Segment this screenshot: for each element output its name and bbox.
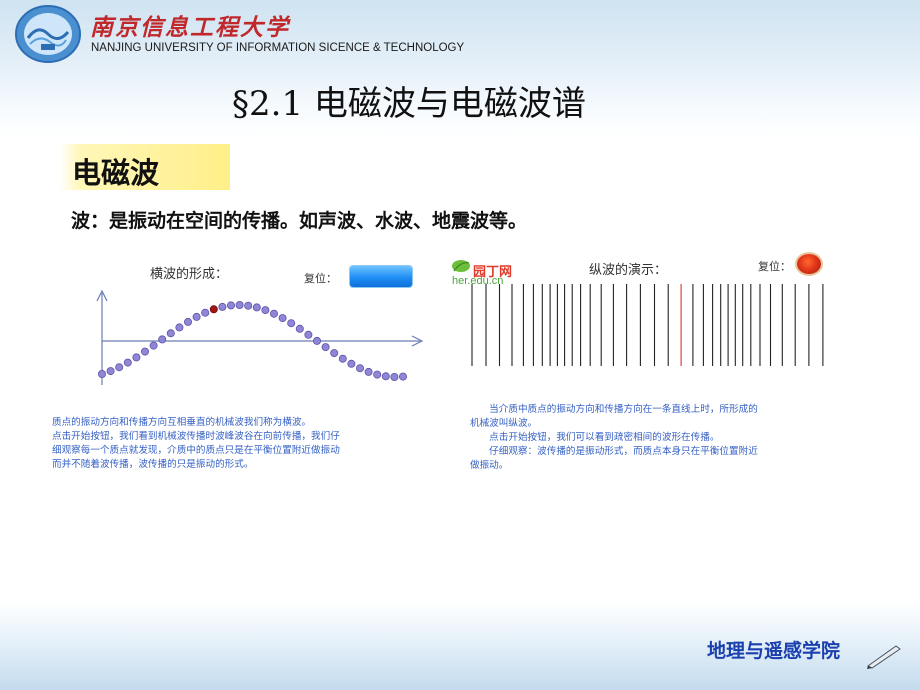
longitudinal-title: 纵波的演示： (589, 263, 668, 278)
caption-line: 机械波叫纵波。 (470, 418, 538, 429)
caption-line: 仔细观察：波传播的是振动形式，而质点本身只在平衡位置附近 (470, 446, 758, 457)
wave-particle (166, 329, 175, 338)
wave-particle (141, 347, 150, 356)
wave-particle (226, 301, 235, 310)
university-seal-icon (15, 5, 81, 63)
section-label-box: 电磁波 (60, 144, 230, 190)
wave-particle (201, 308, 210, 317)
wave-particle (390, 373, 399, 382)
longitudinal-wave-diagram (471, 284, 824, 366)
wave-particle (115, 363, 124, 372)
university-name-en: NANJING UNIVERSITY OF INFORMATION SICENC… (91, 42, 465, 54)
longitudinal-reset-button[interactable] (797, 254, 821, 274)
transverse-reset-label: 复位： (304, 272, 337, 285)
wave-particle (321, 343, 330, 352)
pen-icon (867, 645, 901, 669)
wave-particle (312, 336, 321, 345)
transverse-caption: 质点的振动方向和传播方向互相垂直的机械波我们称为横波。 点击开始按钮，我们看到机… (52, 416, 340, 472)
caption-line: 而并不随着波传播，波传播的只是振动的形式。 (52, 459, 254, 470)
longitudinal-caption: 当介质中质点的振动方向和传播方向在一条直线上时，所形成的 机械波叫纵波。 点击开… (470, 403, 758, 473)
wave-particle (373, 370, 382, 379)
wave-particle (330, 349, 339, 358)
caption-line: 细观察每一个质点就发现，介质中的质点只是在平衡位置附近做振动 (52, 445, 340, 456)
wave-particle (347, 359, 356, 368)
section-label: 电磁波 (72, 156, 160, 190)
wave-particle (304, 330, 313, 339)
leaf-icon (452, 260, 470, 272)
wave-particle (158, 335, 167, 344)
caption-line: 做振动。 (470, 460, 509, 471)
wave-particle (209, 305, 218, 314)
wave-particle (278, 314, 287, 323)
wave-particle (175, 323, 184, 332)
wave-particle (261, 306, 270, 315)
wave-particle (244, 301, 253, 310)
university-name-cn: 南京信息工程大学 (90, 14, 290, 41)
wave-particle (381, 372, 390, 381)
caption-line: 点击开始按钮，我们可以看到疏密相间的波形在传播。 (470, 432, 720, 443)
college-name: 地理与遥感学院 (707, 640, 841, 662)
wave-particle (192, 312, 201, 321)
longitudinal-reset-label: 复位： (758, 260, 791, 273)
wave-particle (295, 324, 304, 333)
caption-line: 质点的振动方向和传播方向互相垂直的机械波我们称为横波。 (52, 417, 312, 428)
wave-particle (338, 354, 347, 363)
wave-particle (97, 370, 106, 379)
wave-particle (364, 367, 373, 376)
caption-line: 当介质中质点的振动方向和传播方向在一条直线上时，所形成的 (470, 404, 758, 415)
slide-title: §2.1 电磁波与电磁波谱 (232, 84, 586, 124)
wave-particle (218, 302, 227, 311)
transverse-reset-button[interactable] (350, 266, 412, 287)
wave-particle (287, 319, 296, 328)
wave-particle (106, 367, 115, 376)
caption-line: 点击开始按钮，我们看到机械波传播时波峰波谷在向前传播，我们仔 (52, 431, 340, 442)
wave-particle (398, 372, 407, 381)
wave-particle (149, 341, 158, 350)
wave-particle (132, 353, 141, 362)
wave-particle (235, 300, 244, 309)
wave-definition: 波：是振动在空间的传播。如声波、水波、地震波等。 (71, 210, 528, 232)
wave-particle (269, 309, 278, 318)
wave-particle (123, 358, 132, 367)
transverse-wave-diagram (96, 289, 424, 385)
wave-particle (252, 303, 261, 312)
wave-particle (355, 364, 364, 373)
wave-particle (184, 317, 193, 326)
transverse-title: 横波的形成： (150, 267, 229, 282)
